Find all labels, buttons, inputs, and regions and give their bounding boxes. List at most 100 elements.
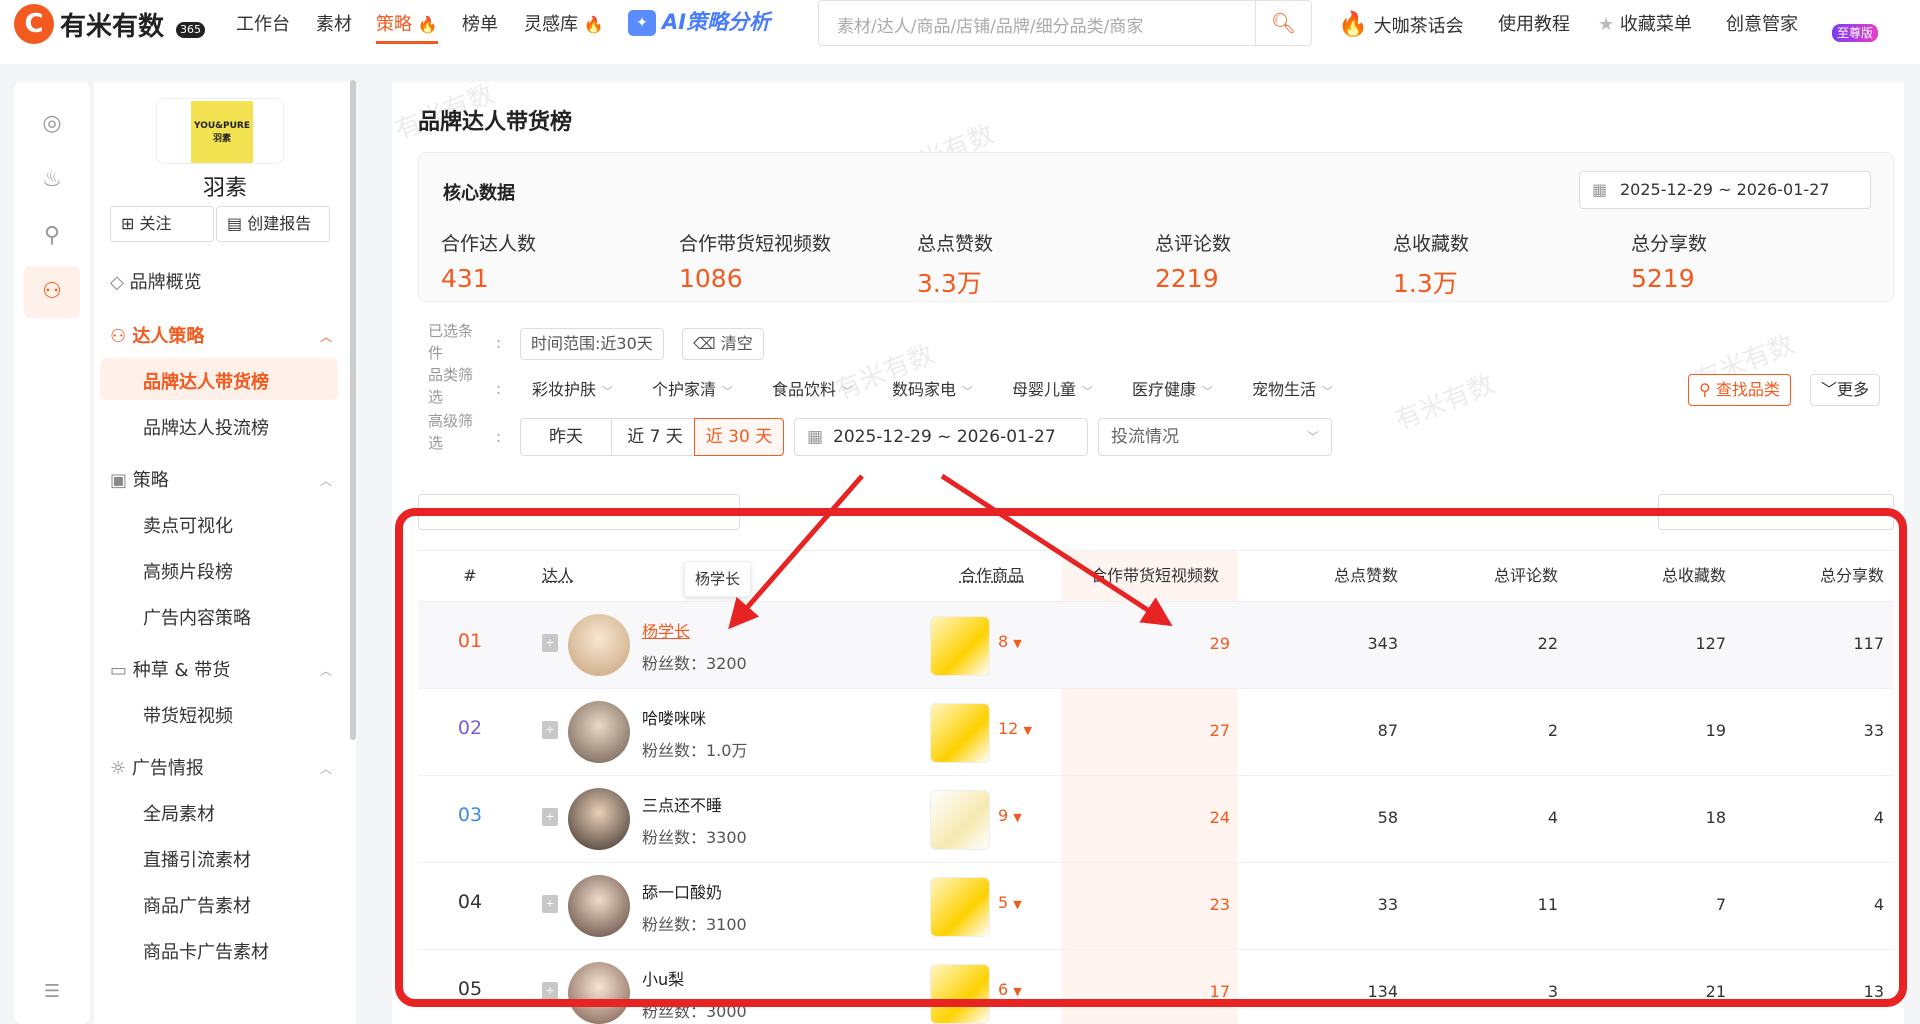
col-shares[interactable]: 总分享数 — [1728, 551, 1884, 601]
bookmark-icon[interactable]: + — [542, 895, 558, 913]
create-report-button[interactable]: ▤ 创建报告 — [216, 206, 330, 242]
talent-name[interactable]: 哈喽咪咪 — [642, 705, 706, 729]
bookmark-icon[interactable]: + — [542, 634, 558, 652]
talent-strategy-icon[interactable]: ⚇ — [24, 266, 80, 318]
col-comments[interactable]: 总评论数 — [1408, 551, 1558, 601]
sidebar-item-product-card-ad-material[interactable]: 商品卡广告素材 — [143, 938, 269, 964]
sidebar-item-brand-talent-ad-rank[interactable]: 品牌达人投流榜 — [143, 414, 269, 440]
chevron-up-icon[interactable]: ︿ — [320, 472, 332, 489]
category-pet[interactable]: 宠物生活 ﹀ — [1252, 376, 1333, 400]
category-health[interactable]: 医疗健康 ﹀ — [1132, 376, 1213, 400]
tutorial-link[interactable]: 使用教程 — [1498, 10, 1570, 36]
time-30-days[interactable]: 近 30 天 — [694, 418, 784, 456]
tea-party-link[interactable]: 🔥 大咖茶话会 — [1338, 10, 1464, 38]
sidebar-group-seeding-sales[interactable]: ▭ 种草 & 带货 — [110, 656, 230, 682]
category-baby[interactable]: 母婴儿童 ﹀ — [1012, 376, 1093, 400]
col-favorites[interactable]: 总收藏数 — [1568, 551, 1726, 601]
product-image[interactable] — [930, 964, 990, 1024]
avatar[interactable] — [568, 962, 630, 1024]
product-count-value: 9 — [998, 806, 1009, 825]
product-count[interactable]: 5 ▼ — [998, 893, 1022, 912]
core-date-range[interactable]: ▦ 2025-12-29 ~ 2026-01-27 — [1579, 171, 1871, 209]
nav-material[interactable]: 素材 — [316, 10, 352, 36]
flow-select[interactable]: 投流情况 ﹀ — [1098, 418, 1332, 456]
col-talent[interactable]: 达人 — [542, 551, 574, 601]
chevron-up-icon[interactable]: ︿ — [320, 662, 332, 679]
time-7-days[interactable]: 近 7 天 — [611, 418, 699, 456]
bookmark-icon[interactable]: + — [542, 982, 558, 1000]
product-count[interactable]: 8 ▼ — [998, 632, 1022, 651]
clear-button[interactable]: ⌫ 清空 — [682, 328, 764, 360]
chevron-up-icon[interactable]: ︿ — [320, 328, 332, 345]
category-digital[interactable]: 数码家电 ﹀ — [892, 376, 973, 400]
product-image[interactable] — [930, 877, 990, 937]
category-food[interactable]: 食品饮料 ﹀ — [772, 376, 853, 400]
sidebar-item-sales-videos[interactable]: 带货短视频 — [143, 702, 233, 728]
sidebar-item-hot-clips[interactable]: 高频片段榜 — [143, 558, 233, 584]
product-count[interactable]: 12 ▼ — [998, 719, 1032, 738]
table-row[interactable]: 01 + 杨学长 粉丝数：3200 8 ▼ 29 343 22 127 117 — [418, 602, 1894, 689]
bookmark-icon[interactable]: + — [542, 721, 558, 739]
product-image[interactable] — [930, 703, 990, 763]
sidebar-item-brand-overview[interactable]: ◇ 品牌概览 — [110, 268, 202, 294]
find-category-button[interactable]: ⚲ 查找品类 — [1688, 374, 1791, 406]
sidebar-item-live-material[interactable]: 直播引流素材 — [143, 846, 251, 872]
chevron-up-icon[interactable]: ︿ — [320, 760, 332, 777]
col-likes[interactable]: 总点赞数 — [1248, 551, 1398, 601]
sort-select[interactable] — [1658, 494, 1894, 530]
product-image[interactable] — [930, 790, 990, 850]
category-makeup[interactable]: 彩妆护肤 ﹀ — [532, 376, 613, 400]
product-image[interactable] — [930, 616, 990, 676]
nav-strategy[interactable]: 策略 🔥 — [376, 10, 438, 44]
strategy-icon[interactable]: ♨ — [32, 160, 72, 200]
logo-text[interactable]: 有米有数 — [60, 6, 164, 43]
sidebar-item-global-material[interactable]: 全局素材 — [143, 800, 215, 826]
table-row[interactable]: 02 + 哈喽咪咪 粉丝数：1.0万 12 ▼ 27 87 2 19 33 — [418, 689, 1894, 776]
col-product[interactable]: 合作商品 — [924, 551, 1060, 601]
search-input[interactable]: 素材/达人/商品/店铺/品牌/细分品类/商家 — [837, 12, 1143, 37]
category-personal-care[interactable]: 个护家清 ﹀ — [652, 376, 733, 400]
talent-name[interactable]: 三点还不睡 — [642, 792, 722, 816]
target-icon[interactable]: ◎ — [32, 104, 72, 144]
sidebar-group-talent-strategy[interactable]: ⚇ 达人策略 — [110, 322, 204, 348]
ai-strategy-link[interactable]: ✦ AI策略分析 — [628, 6, 770, 36]
more-button[interactable]: ﹀更多 — [1810, 374, 1881, 406]
avatar[interactable] — [568, 875, 630, 937]
sidebar-item-brand-talent-sales-rank[interactable]: 品牌达人带货榜 — [143, 368, 269, 394]
product-count[interactable]: 6 ▼ — [998, 980, 1022, 999]
selected-tag[interactable]: 时间范围:近30天 — [520, 328, 664, 360]
nav-workbench[interactable]: 工作台 — [236, 10, 290, 36]
talent-name[interactable]: 小u梨 — [642, 966, 684, 990]
sidebar-item-product-ad-material[interactable]: 商品广告素材 — [143, 892, 251, 918]
talent-name[interactable]: 杨学长 — [642, 618, 690, 642]
col-videos[interactable]: 合作带货短视频数 — [1070, 551, 1240, 601]
avatar[interactable] — [568, 614, 630, 676]
nav-ranking[interactable]: 榜单 — [462, 10, 498, 36]
favorites-menu-link[interactable]: ★ 收藏菜单 — [1598, 10, 1692, 36]
search-box[interactable]: 素材/达人/商品/店铺/品牌/细分品类/商家 🔍︎ — [818, 0, 1312, 46]
sidebar-scrollbar[interactable] — [350, 80, 356, 740]
sidebar-group-ad-intel[interactable]: ☼ 广告情报 — [110, 754, 204, 780]
nav-inspiration[interactable]: 灵感库 🔥 — [524, 10, 604, 36]
bulb-icon[interactable]: ⚲ — [32, 216, 72, 256]
creative-manager-link[interactable]: 创意管家 — [1726, 10, 1798, 36]
time-yesterday[interactable]: 昨天 — [520, 418, 612, 456]
talent-name[interactable]: 舔一口酸奶 — [642, 879, 722, 903]
sidebar-group-strategy[interactable]: ▣ 策略 — [110, 466, 169, 492]
follow-button[interactable]: ⊞ 关注 — [110, 206, 214, 242]
table-row[interactable]: 05 + 小u梨 粉丝数：3000 6 ▼ 17 134 3 21 13 — [418, 950, 1894, 1024]
sidebar-item-selling-points[interactable]: 卖点可视化 — [143, 512, 233, 538]
sidebar-item-ad-content-strategy[interactable]: 广告内容策略 — [143, 604, 251, 630]
bookmark-icon[interactable]: + — [542, 808, 558, 826]
avatar[interactable] — [568, 788, 630, 850]
product-count[interactable]: 9 ▼ — [998, 806, 1022, 825]
collapse-icon[interactable]: ☰ — [32, 972, 72, 1012]
user-avatar[interactable]: 至尊版 — [1832, 4, 1888, 44]
table-row[interactable]: 03 + 三点还不睡 粉丝数：3300 9 ▼ 24 58 4 18 4 — [418, 776, 1894, 863]
date-range-picker[interactable]: ▦ 2025-12-29 ~ 2026-01-27 — [794, 418, 1088, 456]
logo-icon[interactable]: C — [14, 4, 54, 44]
search-icon[interactable]: 🔍︎ — [1255, 1, 1311, 45]
table-row[interactable]: 04 + 舔一口酸奶 粉丝数：3100 5 ▼ 23 33 11 7 4 — [418, 863, 1894, 950]
avatar[interactable] — [568, 701, 630, 763]
talent-search-input[interactable] — [418, 494, 740, 530]
